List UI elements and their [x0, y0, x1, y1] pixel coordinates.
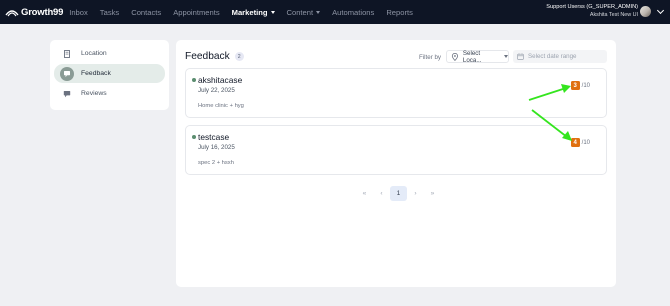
chat-icon — [60, 87, 74, 101]
feedback-score: 4 /10 — [570, 138, 590, 147]
nav-tasks[interactable]: Tasks — [100, 8, 119, 17]
page-title-text: Feedback — [185, 51, 230, 62]
nav-contacts-label: Contacts — [131, 7, 162, 17]
sidebar-item-feedback[interactable]: Feedback — [54, 64, 165, 83]
user-name: Support Userss (G_SUPER_ADMIN) — [546, 4, 638, 10]
score-badge: 4 — [570, 138, 580, 147]
page-title: Feedback 2 — [185, 51, 244, 62]
nav-inbox[interactable]: Inbox — [69, 8, 88, 17]
nav-automations[interactable]: Automations — [332, 8, 374, 17]
nav-contacts[interactable]: Contacts — [131, 8, 161, 17]
prev-page-button[interactable]: ‹ — [373, 186, 390, 201]
sidebar-item-reviews[interactable]: Reviews — [54, 84, 165, 103]
user-account: Akshita Test New UI — [589, 12, 638, 18]
sidebar-item-location[interactable]: Location — [54, 44, 165, 63]
nav-inbox-label: Inbox — [69, 7, 88, 17]
caret-down-icon — [316, 10, 321, 14]
caret-down-icon — [504, 55, 508, 58]
nav-appointments[interactable]: Appointments — [173, 8, 219, 17]
nav-automations-label: Automations — [332, 7, 375, 17]
nav-content[interactable]: Content — [287, 8, 321, 17]
nav-reports-label: Reports — [386, 7, 413, 17]
sidebar-item-label: Location — [81, 50, 107, 57]
top-nav-bar: Growth99 Inbox Tasks Contacts Appointmen… — [0, 0, 670, 24]
user-menu[interactable]: Support Userss (G_SUPER_ADMIN) Akshita T… — [546, 4, 638, 19]
pagination: « ‹ 1 › » — [356, 186, 441, 201]
feedback-name: testcase — [198, 132, 230, 142]
feedback-description: spec 2 + hsxh — [198, 160, 234, 166]
status-dot — [192, 78, 196, 82]
date-range-placeholder: Select date range — [528, 53, 577, 60]
avatar[interactable] — [640, 6, 651, 17]
score-max: /10 — [581, 139, 590, 146]
feedback-icon — [60, 66, 74, 81]
caret-down-icon — [270, 10, 275, 14]
location-select[interactable]: Select Loca... — [446, 49, 509, 64]
sidebar-item-label: Feedback — [81, 70, 111, 77]
feedback-panel: Feedback 2 Filter by Select Loca... Sele… — [176, 40, 616, 287]
score-badge: 3 — [570, 81, 580, 90]
status-dot — [192, 135, 196, 139]
feedback-date: July 22, 2025 — [198, 87, 235, 94]
nav-tasks-label: Tasks — [99, 7, 120, 17]
first-page-button[interactable]: « — [356, 186, 373, 201]
feedback-description: Home clinic + hyg — [198, 103, 244, 109]
brand-name: Growth99 — [21, 6, 64, 18]
feedback-date: July 16, 2025 — [198, 144, 235, 151]
main-nav: Inbox Tasks Contacts Appointments Market… — [69, 0, 425, 24]
feedback-card[interactable]: akshitacase July 22, 2025 Home clinic + … — [185, 68, 607, 118]
feedback-card[interactable]: testcase July 16, 2025 spec 2 + hsxh 4 /… — [185, 125, 607, 175]
nav-marketing[interactable]: Marketing — [232, 8, 275, 17]
score-max: /10 — [581, 82, 590, 89]
calendar-icon — [517, 53, 524, 60]
last-page-button[interactable]: » — [424, 186, 441, 201]
count-badge: 2 — [234, 52, 244, 61]
chevron-down-icon[interactable] — [656, 6, 665, 15]
sidebar-item-label: Reviews — [81, 90, 107, 97]
nav-content-label: Content — [286, 7, 314, 17]
page-button-current[interactable]: 1 — [390, 186, 407, 201]
brand-logo[interactable]: Growth99 — [5, 0, 63, 24]
filter-label: Filter by — [419, 54, 442, 61]
nav-appointments-label: Appointments — [173, 7, 220, 17]
feedback-name: akshitacase — [198, 75, 243, 85]
nav-reports[interactable]: Reports — [386, 8, 413, 17]
location-pin-icon — [451, 52, 459, 61]
building-icon — [60, 47, 74, 61]
logo-mark-icon — [5, 10, 19, 17]
feedback-score: 3 /10 — [570, 81, 590, 90]
next-page-button[interactable]: › — [407, 186, 424, 201]
settings-sidebar: Location Feedback Reviews — [50, 40, 169, 110]
nav-marketing-label: Marketing — [231, 7, 268, 17]
date-range-input[interactable]: Select date range — [513, 50, 607, 63]
location-select-value: Select Loca... — [462, 49, 482, 64]
